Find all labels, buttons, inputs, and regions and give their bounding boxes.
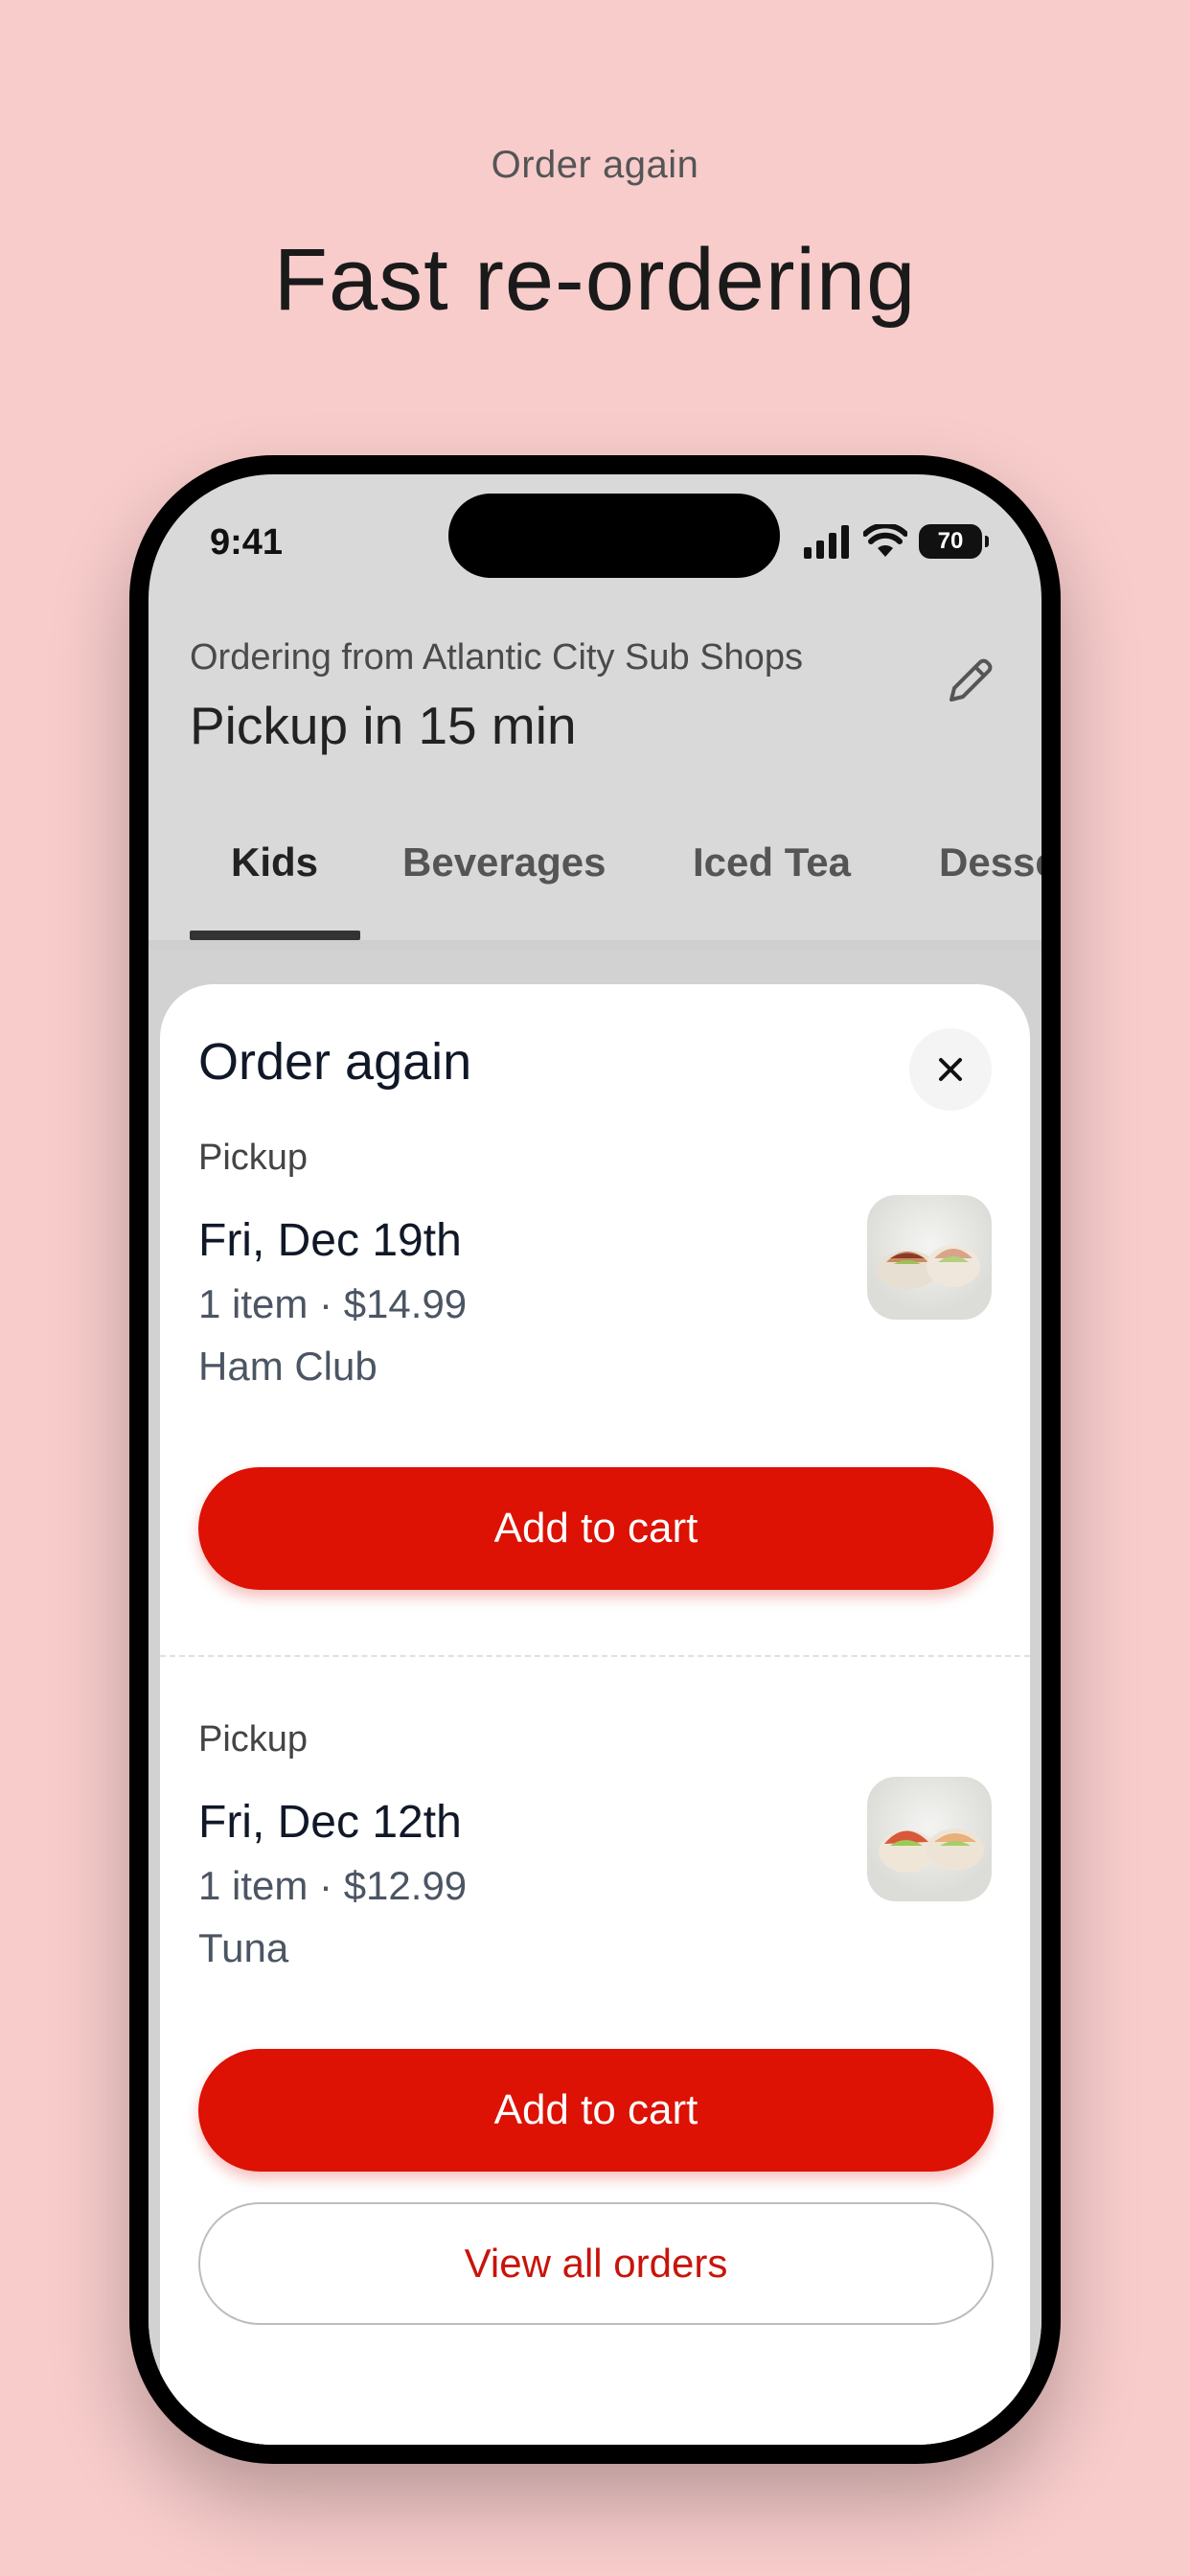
category-tabs: Kids Beverages Iced Tea Desse [149, 810, 1041, 944]
promo-kicker: Order again [491, 144, 699, 186]
add-to-cart-button[interactable]: Add to cart [198, 1467, 994, 1590]
add-to-cart-button[interactable]: Add to cart [198, 2049, 994, 2172]
order-summary: 1 item · $12.99 [198, 1863, 468, 1908]
status-time: 9:41 [210, 522, 284, 563]
order-date: Fri, Dec 12th [198, 1797, 462, 1848]
order-mode: Pickup [198, 1138, 309, 1178]
food-thumbnail [867, 1777, 992, 1901]
order-again-sheet: Order again Pickup Fri, Dec 19th 1 item … [160, 984, 1030, 2445]
battery-level: 70 [937, 528, 964, 554]
phone-screen: 9:41 70 Ordering from Atlantic City Sub … [149, 474, 1041, 2445]
order-date: Fri, Dec 19th [198, 1215, 462, 1266]
tab-iced-tea[interactable]: Iced Tea [693, 810, 851, 944]
dynamic-island [448, 494, 780, 578]
tabs-divider [149, 940, 1041, 950]
cellular-signal-icon [804, 525, 849, 559]
sheet-title: Order again [198, 1033, 472, 1091]
pencil-icon[interactable] [942, 652, 999, 709]
order-divider [160, 1655, 1030, 1657]
order-item-name: Tuna [198, 1925, 289, 1970]
tab-kids[interactable]: Kids [231, 810, 318, 944]
order-mode: Pickup [198, 1719, 309, 1760]
food-thumbnail [867, 1195, 992, 1320]
active-tab-indicator [190, 931, 360, 940]
order-summary: 1 item · $14.99 [198, 1281, 468, 1326]
promo-title: Fast re-ordering [273, 231, 917, 329]
tab-desserts[interactable]: Desse [939, 810, 1041, 944]
ordering-from-text: Ordering from Atlantic City Sub Shops [190, 637, 803, 678]
pickup-time: Pickup in 15 min [190, 696, 577, 755]
close-button[interactable] [909, 1028, 992, 1111]
view-all-orders-button[interactable]: View all orders [198, 2202, 994, 2325]
order-item-name: Ham Club [198, 1344, 378, 1389]
close-icon [939, 1058, 962, 1081]
tab-beverages[interactable]: Beverages [402, 810, 606, 944]
battery-icon: 70 [919, 524, 989, 559]
phone-frame: 9:41 70 Ordering from Atlantic City Sub … [129, 455, 1061, 2464]
wifi-icon [863, 524, 907, 557]
status-indicators: 70 [804, 522, 989, 561]
